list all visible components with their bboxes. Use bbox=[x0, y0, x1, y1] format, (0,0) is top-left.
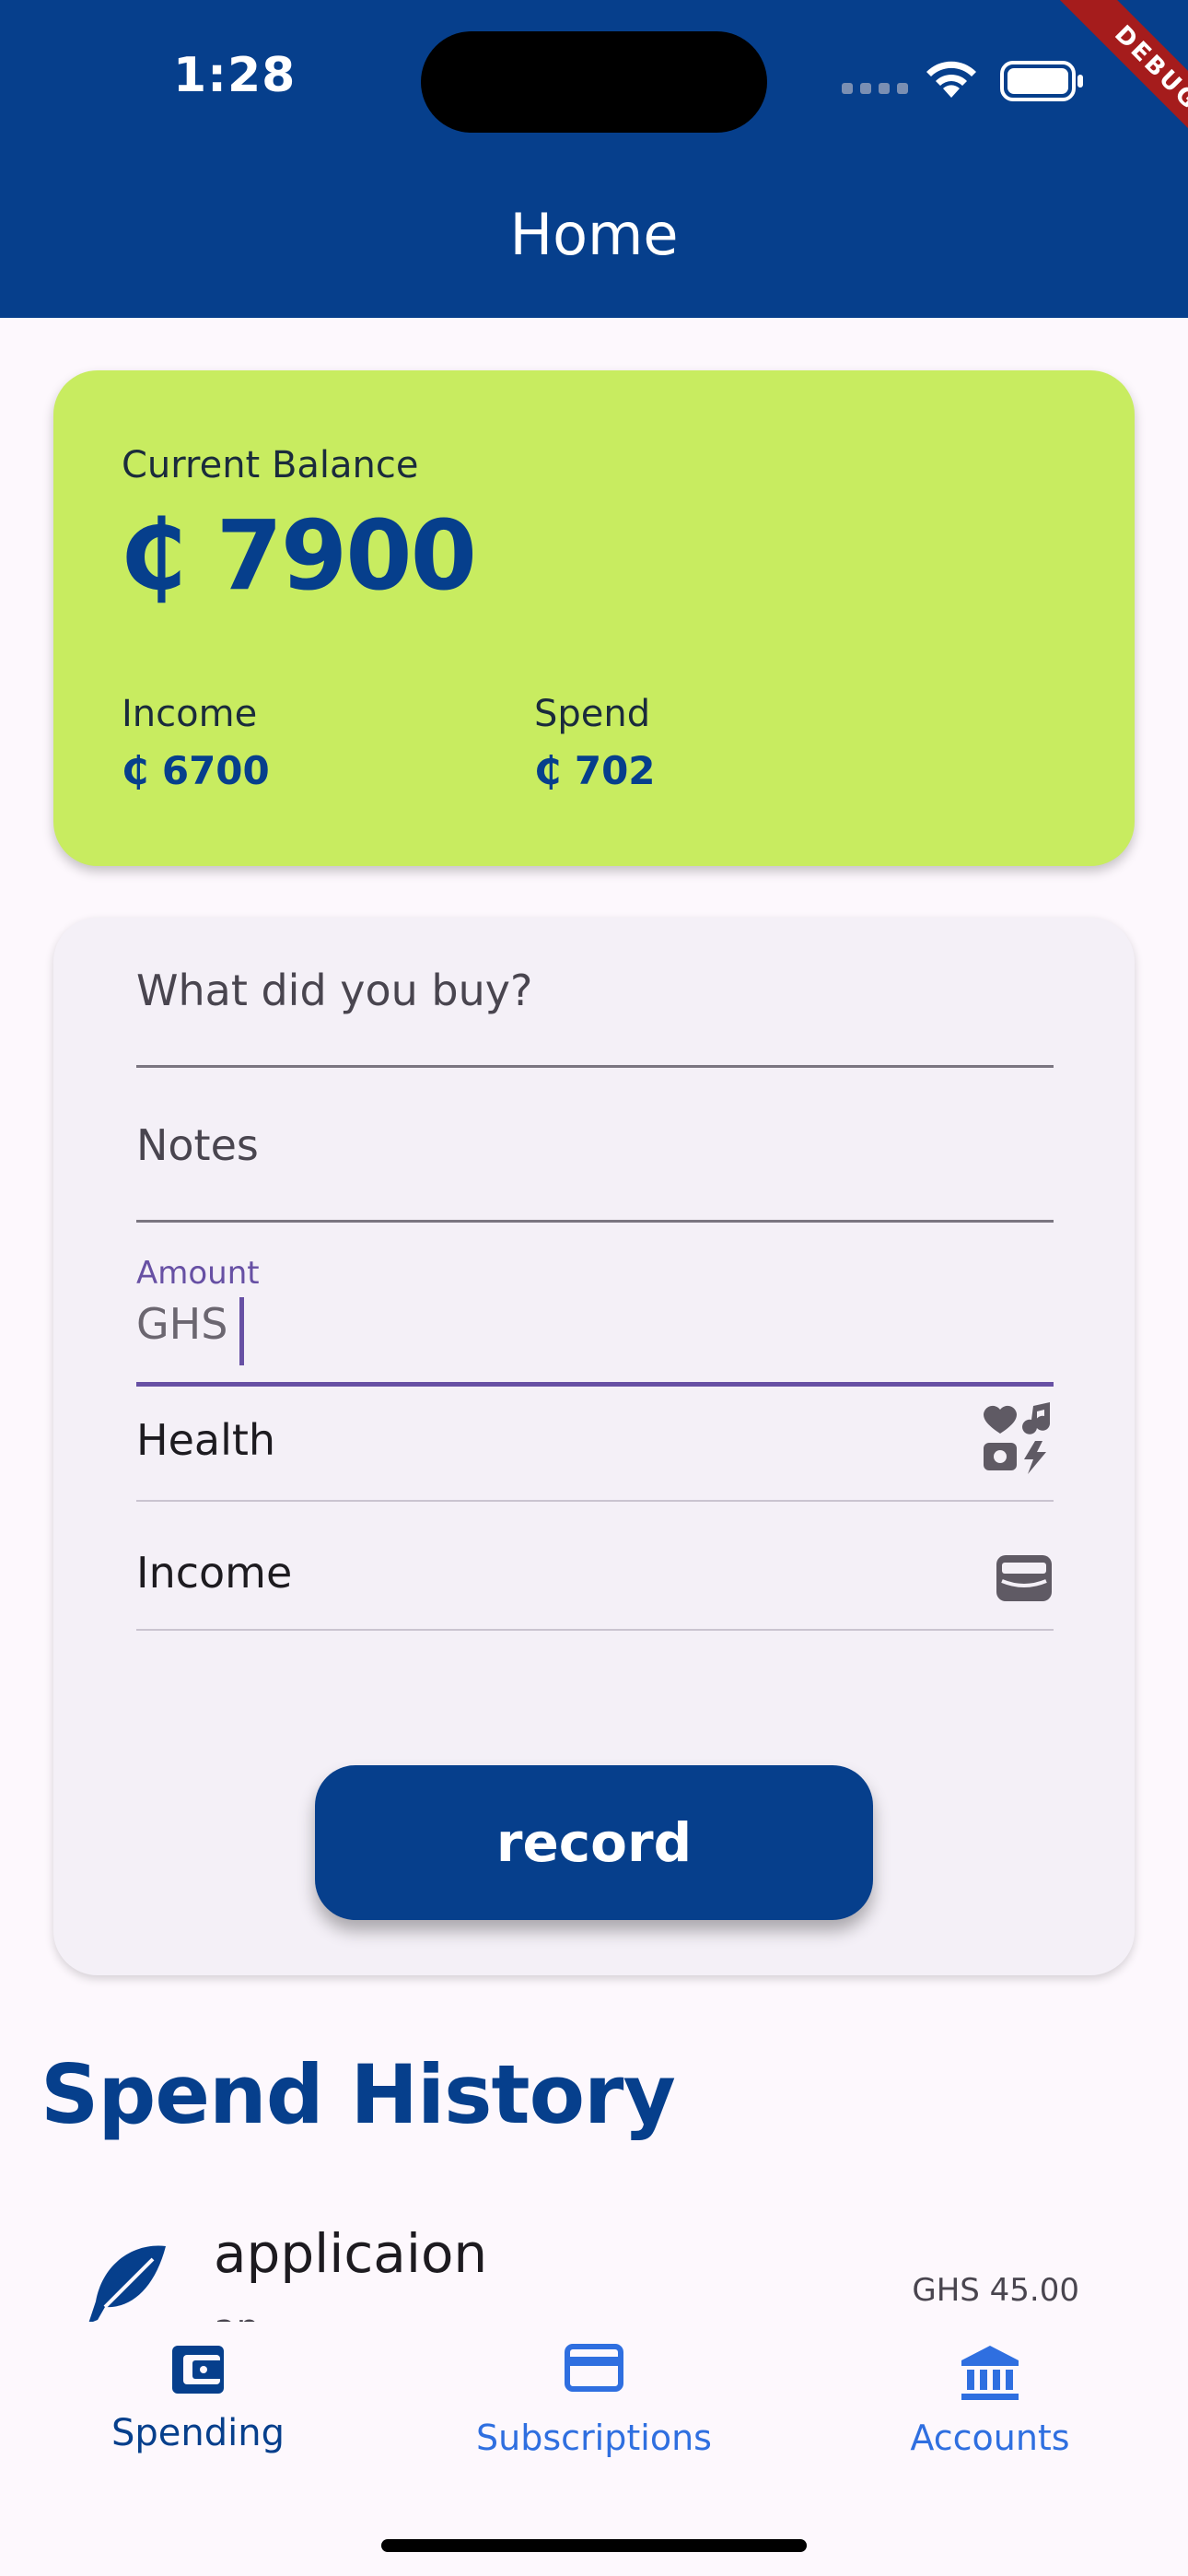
type-underline bbox=[136, 1629, 1054, 1631]
notes-underline bbox=[136, 1220, 1054, 1223]
bank-icon bbox=[961, 2346, 1019, 2400]
wallet-icon bbox=[172, 2346, 224, 2394]
feather-icon bbox=[88, 2245, 166, 2322]
status-time: 1:28 bbox=[173, 48, 297, 103]
purchase-underline bbox=[136, 1065, 1054, 1068]
nav-label-subscriptions: Subscriptions bbox=[476, 2418, 712, 2458]
history-item-amount: GHS 45.00 bbox=[912, 2272, 1079, 2309]
battery-icon bbox=[1000, 61, 1083, 101]
record-button[interactable]: record bbox=[315, 1765, 873, 1920]
dynamic-island bbox=[421, 31, 767, 133]
nav-item-subscriptions[interactable]: Subscriptions bbox=[396, 2322, 792, 2469]
notes-placeholder: Notes bbox=[136, 1120, 259, 1170]
history-item-subtitle: ap bbox=[214, 2307, 260, 2322]
page-title: Home bbox=[509, 201, 679, 268]
income-value: ₵ 6700 bbox=[122, 748, 270, 793]
spend-history-title: Spend History bbox=[41, 2047, 676, 2142]
text-caret bbox=[239, 1297, 244, 1365]
purchase-placeholder: What did you buy? bbox=[136, 966, 533, 1015]
nav-label-accounts: Accounts bbox=[910, 2418, 1070, 2458]
credit-card-icon bbox=[565, 2344, 623, 2392]
balance-label: Current Balance bbox=[122, 444, 419, 486]
history-item[interactable]: applicaion ap GHS 45.00 bbox=[0, 2184, 1188, 2322]
notes-input[interactable]: Notes bbox=[136, 1115, 1054, 1225]
app-bar: 1:28 DEBUG Home bbox=[0, 0, 1188, 318]
amount-currency-prefix: GHS bbox=[136, 1299, 228, 1349]
category-select[interactable]: Health bbox=[136, 1373, 1054, 1502]
home-indicator bbox=[381, 2539, 807, 2552]
bottom-navigation: Spending Subscriptions Accounts bbox=[0, 2322, 1188, 2576]
nav-item-spending[interactable]: Spending bbox=[0, 2322, 396, 2469]
cellular-signal-icon bbox=[842, 83, 908, 94]
spend-value: ₵ 702 bbox=[534, 748, 656, 793]
balance-value: ₵ 7900 bbox=[120, 499, 477, 612]
nav-item-accounts[interactable]: Accounts bbox=[792, 2322, 1188, 2469]
amount-label: Amount bbox=[136, 1255, 260, 1292]
purchase-input[interactable]: What did you buy? bbox=[136, 960, 1054, 1071]
category-value: Health bbox=[136, 1415, 276, 1465]
interests-icon bbox=[984, 1402, 1051, 1474]
nav-label-spending: Spending bbox=[111, 2412, 285, 2454]
amount-input[interactable]: Amount GHS bbox=[136, 1255, 1054, 1389]
wifi-icon bbox=[926, 61, 976, 98]
wallet-icon bbox=[996, 1555, 1052, 1601]
income-label: Income bbox=[122, 693, 258, 735]
spend-history-list[interactable]: applicaion ap GHS 45.00 bbox=[0, 2184, 1188, 2322]
balance-card: Current Balance ₵ 7900 Income ₵ 6700 Spe… bbox=[53, 370, 1135, 866]
history-item-title: applicaion bbox=[214, 2222, 488, 2285]
expense-form-card: What did you buy? Notes Amount GHS Healt… bbox=[53, 918, 1135, 1975]
spend-label: Spend bbox=[534, 693, 651, 735]
type-select[interactable]: Income bbox=[136, 1502, 1054, 1631]
type-value: Income bbox=[136, 1548, 293, 1598]
